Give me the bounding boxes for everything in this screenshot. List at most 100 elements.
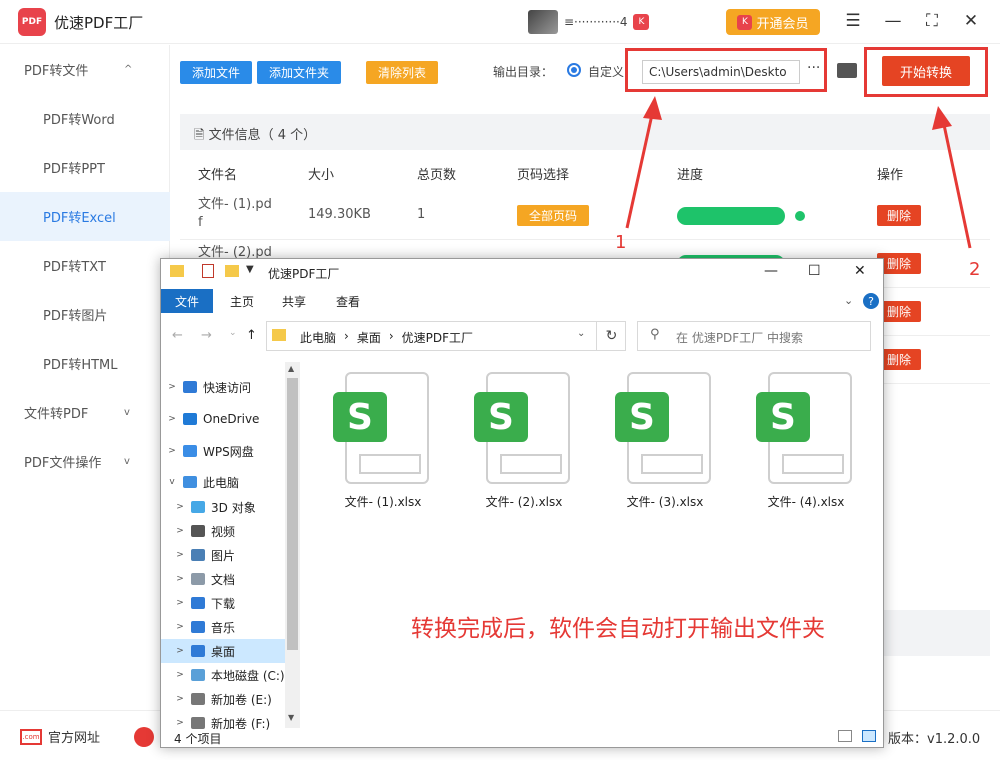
sidebar-item[interactable]: PDF转图片 <box>0 290 170 339</box>
sidebar-item-label: PDF转Word <box>43 113 115 128</box>
nav-item[interactable]: > 本地磁盘 (C:) <box>161 663 285 687</box>
nav-item[interactable]: > 快速访问 <box>161 375 285 399</box>
minimize-icon[interactable]: — <box>882 10 904 32</box>
sidebar-item[interactable]: PDF文件操作 v <box>0 437 170 486</box>
maximize-icon[interactable]: ⛶ <box>921 10 943 32</box>
file-size-cell: 149.30KB <box>308 207 371 222</box>
explorer-maximize-icon[interactable]: ☐ <box>808 263 821 279</box>
up-arrow-icon[interactable]: ↑ <box>246 328 257 343</box>
back-arrow-icon[interactable]: ← <box>172 328 183 343</box>
nav-item[interactable]: > 音乐 <box>161 615 285 639</box>
folder-icon[interactable] <box>837 63 857 78</box>
ribbon-tab-view[interactable]: 查看 <box>336 293 360 310</box>
chevron-right-icon[interactable]: > <box>169 670 191 680</box>
chevron-right-icon[interactable]: > <box>161 446 183 456</box>
app-title: 优速PDF工厂 <box>54 14 144 32</box>
sheet-grid-icon <box>359 454 421 474</box>
chevron-right-icon[interactable]: > <box>169 622 191 632</box>
chevron-right-icon[interactable]: > <box>169 502 191 512</box>
user-area[interactable]: ≡············4 K <box>528 10 650 34</box>
file-item[interactable]: S 文件- (4).xlsx <box>756 372 856 512</box>
nav-item[interactable]: > 视频 <box>161 519 285 543</box>
nav-item-icon <box>183 445 197 457</box>
crumb-this-pc[interactable]: 此电脑 <box>300 329 336 346</box>
sidebar-item[interactable]: PDF转HTML <box>0 339 170 388</box>
clear-list-button[interactable]: 清除列表 <box>366 61 438 84</box>
nav-item[interactable]: > 文档 <box>161 567 285 591</box>
recent-dropdown-icon[interactable]: ⌄ <box>229 328 237 338</box>
add-folder-button[interactable]: 添加文件夹 <box>257 61 341 84</box>
chevron-right-icon[interactable]: > <box>169 694 191 704</box>
sidebar-item[interactable]: 文件转PDF v <box>0 388 170 437</box>
sidebar-item-label: 文件转PDF <box>24 407 89 422</box>
chevron-down-icon[interactable]: v <box>161 477 183 487</box>
custom-dir-radio[interactable] <box>567 63 581 77</box>
help-icon[interactable]: ? <box>863 293 879 309</box>
nav-item-icon <box>191 501 205 513</box>
properties-icon[interactable] <box>202 264 214 278</box>
refresh-icon[interactable]: ↻ <box>596 321 626 351</box>
menu-icon[interactable]: ☰ <box>842 10 864 32</box>
ribbon-expand-icon[interactable]: ⌄ <box>844 294 853 307</box>
chevron-right-icon[interactable]: > <box>169 550 191 560</box>
forward-arrow-icon[interactable]: → <box>201 328 212 343</box>
chevron-right-icon[interactable]: > <box>169 598 191 608</box>
close-icon[interactable]: ✕ <box>960 10 982 32</box>
support-icon[interactable] <box>134 727 154 747</box>
crumb-folder[interactable]: 优速PDF工厂 <box>402 329 473 346</box>
crumb-desktop[interactable]: 桌面 <box>357 329 381 346</box>
sidebar-item[interactable]: PDF转文件 ^ <box>0 45 170 94</box>
explorer-close-icon[interactable]: ✕ <box>854 263 866 279</box>
file-item[interactable]: S 文件- (2).xlsx <box>474 372 574 512</box>
file-info-title: 文件信息（ 4 个） <box>208 128 317 143</box>
ribbon-tab-share[interactable]: 共享 <box>282 293 306 310</box>
nav-item-label: 文档 <box>211 572 236 587</box>
search-input[interactable]: 在 优速PDF工厂 中搜索 <box>637 321 871 351</box>
ribbon-tab-file[interactable]: 文件 <box>161 289 213 313</box>
nav-item[interactable]: > 下载 <box>161 591 285 615</box>
details-view-icon[interactable] <box>838 730 852 742</box>
quick-access-dropdown-icon[interactable]: ▼ <box>246 264 254 275</box>
sidebar-item[interactable]: PDF转PPT <box>0 143 170 192</box>
new-folder-icon[interactable] <box>225 265 239 277</box>
file-item[interactable]: S 文件- (1).xlsx <box>333 372 433 512</box>
scroll-down-icon[interactable]: ▼ <box>288 713 294 722</box>
official-site-link[interactable]: .com 官方网址 <box>20 727 100 746</box>
file-item[interactable]: S 文件- (3).xlsx <box>615 372 715 512</box>
chevron-right-icon[interactable]: > <box>161 414 183 424</box>
nav-item-icon <box>183 381 197 393</box>
chevron-down-icon: v <box>124 407 130 418</box>
chevron-right-icon[interactable]: > <box>169 718 191 728</box>
sidebar-item[interactable]: PDF转Excel <box>0 192 170 241</box>
file-item-name: 文件- (2).xlsx <box>485 495 563 509</box>
nav-item[interactable]: v 此电脑 <box>161 470 285 494</box>
nav-item-icon <box>191 621 205 633</box>
vip-icon: K <box>737 14 753 30</box>
address-dropdown-icon[interactable]: ⌄ <box>577 328 585 339</box>
chevron-right-icon[interactable]: > <box>169 646 191 656</box>
highlight-box-path <box>625 48 827 92</box>
sidebar-item[interactable]: PDF转Word <box>0 94 170 143</box>
nav-item[interactable]: > OneDrive <box>161 407 285 431</box>
sidebar-item[interactable]: PDF转TXT <box>0 241 170 290</box>
nav-scrollbar-thumb[interactable] <box>287 378 298 650</box>
nav-item[interactable]: > 桌面 <box>161 639 285 663</box>
nav-item-icon <box>183 476 197 488</box>
chevron-right-icon[interactable]: > <box>161 382 183 392</box>
ribbon-tab-home[interactable]: 主页 <box>230 293 254 310</box>
nav-item[interactable]: > WPS网盘 <box>161 439 285 463</box>
nav-item[interactable]: > 新加卷 (E:) <box>161 687 285 711</box>
chevron-right-icon[interactable]: > <box>169 574 191 584</box>
vip-button[interactable]: K 开通会员 <box>726 9 820 35</box>
version-label: 版本：v1.2.0.0 <box>888 732 981 747</box>
scroll-up-icon[interactable]: ▲ <box>288 364 294 373</box>
output-dir-label: 输出目录： <box>493 65 554 79</box>
add-file-button[interactable]: 添加文件 <box>180 61 252 84</box>
large-icons-view-icon[interactable] <box>862 730 876 742</box>
sidebar-item-label: PDF文件操作 <box>24 456 102 471</box>
breadcrumb[interactable]: 此电脑 › 桌面 › 优速PDF工厂 <box>300 329 473 346</box>
chevron-right-icon[interactable]: > <box>169 526 191 536</box>
nav-item[interactable]: > 图片 <box>161 543 285 567</box>
explorer-minimize-icon[interactable]: — <box>764 263 778 279</box>
nav-item[interactable]: >3D 对象 <box>161 495 285 519</box>
